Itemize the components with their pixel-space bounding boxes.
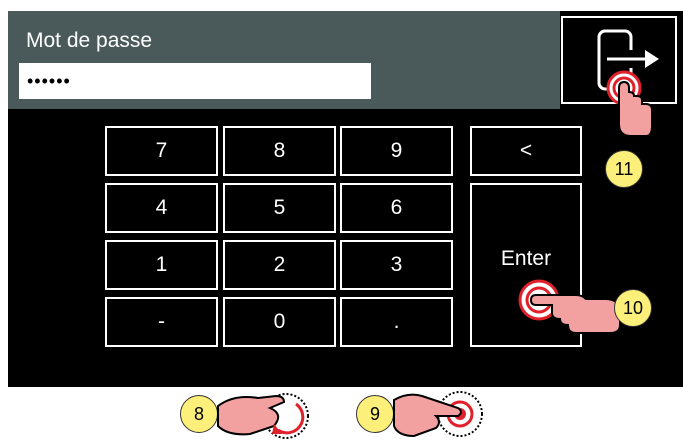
key-9[interactable]: 9 [340, 126, 453, 176]
press-hand-icon-enter [518, 279, 621, 334]
key-8[interactable]: 8 [223, 126, 336, 176]
key-3[interactable]: 3 [340, 240, 453, 290]
password-label: Mot de passe [26, 29, 153, 52]
key-6[interactable]: 6 [340, 183, 453, 233]
enter-label: Enter [500, 247, 552, 270]
key-minus[interactable]: - [105, 297, 218, 347]
key-4[interactable]: 4 [105, 183, 218, 233]
backspace-key[interactable]: < [470, 126, 582, 176]
step-callout-11: 11 [605, 150, 643, 188]
key-5[interactable]: 5 [223, 183, 336, 233]
password-input[interactable]: •••••• [19, 63, 371, 99]
key-1[interactable]: 1 [105, 240, 218, 290]
key-2[interactable]: 2 [223, 240, 336, 290]
step-callout-10: 10 [614, 289, 652, 327]
key-7[interactable]: 7 [105, 126, 218, 176]
press-hand-icon-logout [606, 70, 653, 137]
key-dot[interactable]: . [340, 297, 453, 347]
rotate-knob-icon [217, 393, 309, 439]
password-header: Mot de passe •••••• [8, 11, 560, 109]
step-callout-9: 9 [356, 395, 394, 433]
press-knob-icon [393, 391, 483, 438]
step-callout-8: 8 [180, 395, 218, 433]
key-0[interactable]: 0 [223, 297, 336, 347]
